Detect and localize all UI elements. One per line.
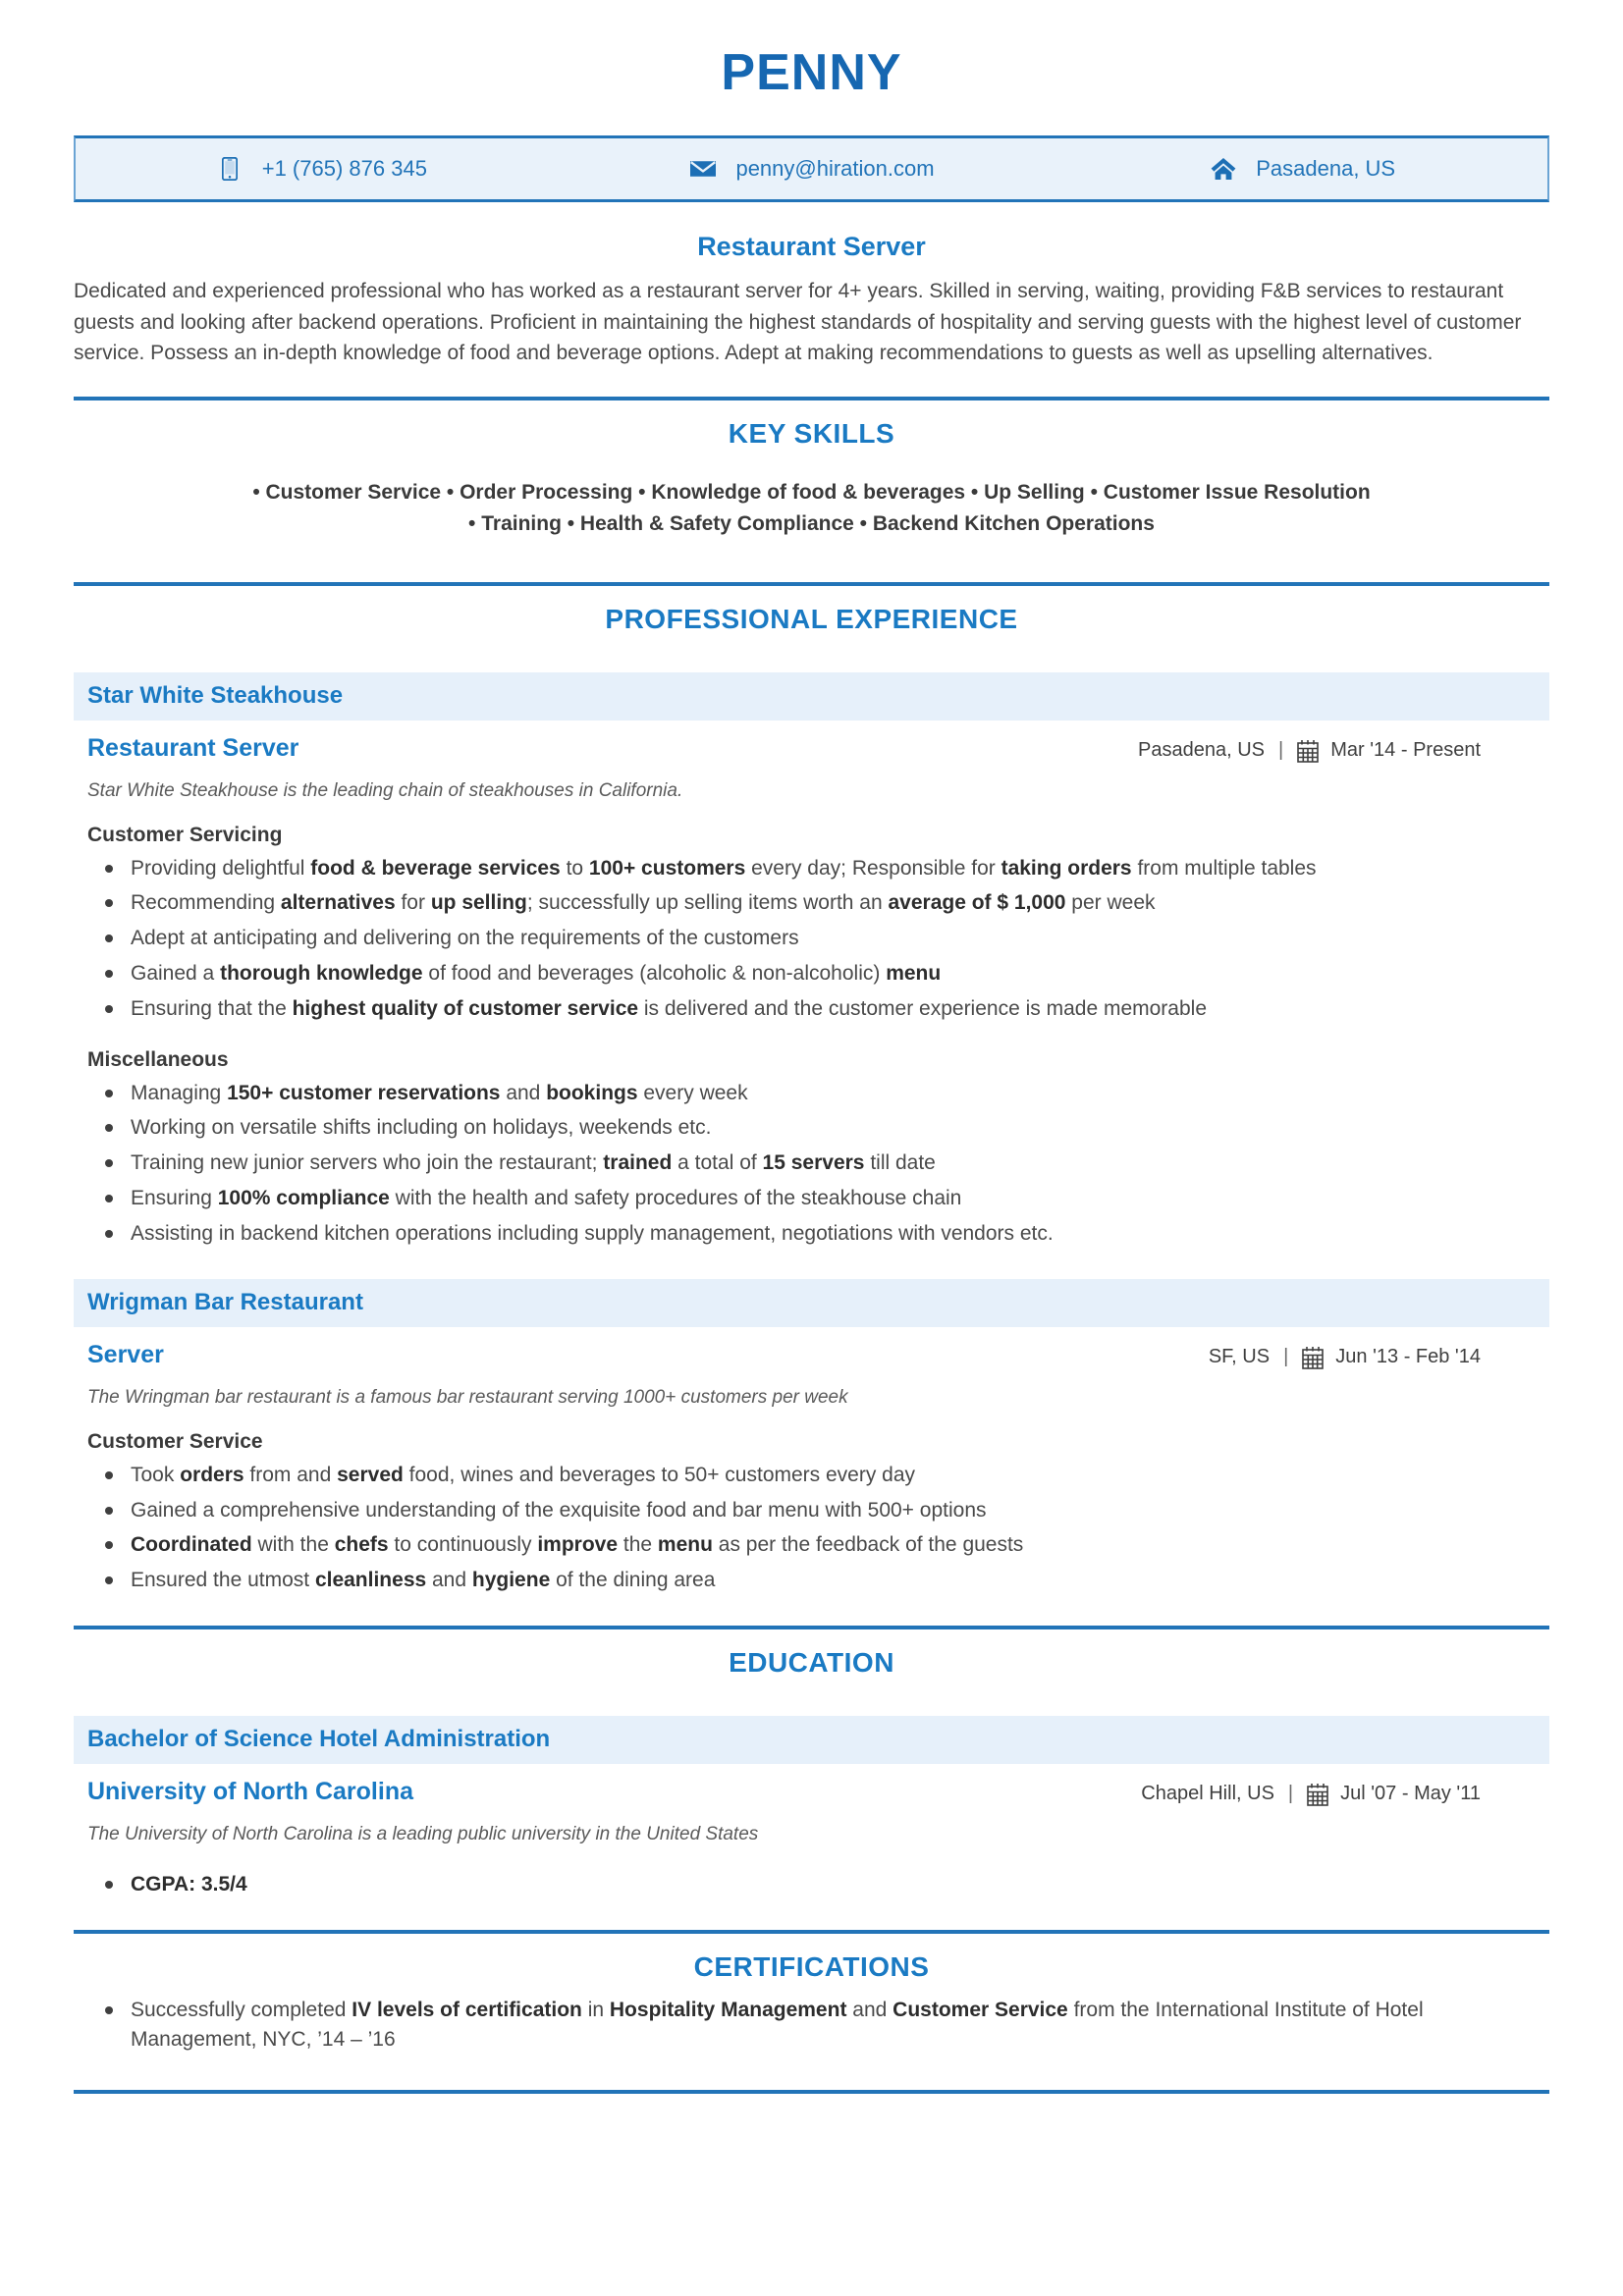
school-description: The University of North Carolina is a le… — [87, 1823, 759, 1844]
role-title: Restaurant Server — [87, 733, 299, 762]
degree-bar: Bachelor of Science Hotel Administration — [74, 1715, 1549, 1764]
bullet-group-title: Customer Service — [87, 1429, 263, 1453]
entry-dates: Jul '07 - May '11 — [1340, 1783, 1481, 1805]
key-skills-list: • Customer Service • Order Processing • … — [74, 459, 1549, 561]
location-text: Pasadena, US — [1256, 156, 1396, 181]
experience-entry: Star White Steakhouse Restaurant Server Pa… — [74, 645, 1549, 1252]
key-skills-line-2: • Training • Health & Safety Compliance … — [468, 512, 1155, 536]
key-skills-line-1: • Customer Service • Order Processing • … — [252, 480, 1371, 504]
education-list: Bachelor of Science Hotel Administration… — [74, 1688, 1549, 1902]
entry-location: Chapel Hill, US — [1141, 1783, 1274, 1805]
bullet-item: Coordinated with the chefs to continuous… — [105, 1527, 1549, 1563]
calendar-icon — [1307, 1783, 1328, 1806]
bullet-item: Successfully completed IV levels of cert… — [105, 1993, 1549, 2057]
bullet-group-list: Took orders from and served food, wines … — [74, 1458, 1549, 1598]
entry-meta: SF, US | Jun '13 - Feb '14 — [1209, 1346, 1549, 1369]
calendar-icon — [1297, 739, 1320, 763]
bullet-group-list: Providing delightful food & beverage ser… — [74, 851, 1549, 1027]
meta-separator: | — [1278, 739, 1284, 762]
bullet-item: Took orders from and served food, wines … — [105, 1458, 1549, 1493]
bullet-item: Managing 150+ customer reservations and … — [105, 1076, 1549, 1111]
section-divider — [74, 2090, 1549, 2095]
entry-location: SF, US — [1208, 1346, 1271, 1368]
role-title: Server — [87, 1340, 164, 1368]
divider-key-skills-wrap — [74, 369, 1549, 400]
bullet-item: Gained a comprehensive understanding of … — [105, 1493, 1549, 1528]
bullet-item: Training new junior servers who join the… — [105, 1146, 1549, 1181]
company-bar: Star White Steakhouse — [74, 671, 1549, 721]
contact-email[interactable]: penny@hiration.com — [567, 156, 1057, 182]
meta-separator: | — [1283, 1346, 1289, 1368]
role-row: Server SF, US | Jun '13 - Feb '14 — [74, 1327, 1549, 1369]
entry-meta: Pasadena, US | Mar '14 - Present — [1138, 739, 1549, 763]
bullet-group-list: Managing 150+ customer reservations and … — [74, 1076, 1549, 1252]
profile-headline: Restaurant Server — [697, 232, 926, 261]
education-entry: Bachelor of Science Hotel Administration… — [74, 1688, 1549, 1902]
divider-certifications-wrap — [74, 1902, 1549, 1934]
candidate-name: PENNY — [721, 44, 902, 101]
section-title-key-skills: KEY SKILLS — [728, 417, 895, 449]
bullet-item: CGPA: 3.5/4 — [105, 1867, 1549, 1902]
company-name: Wrigman Bar Restaurant — [87, 1288, 363, 1315]
bullet-item: Providing delightful food & beverage ser… — [105, 851, 1549, 886]
experience-list: Star White Steakhouse Restaurant Server Pa… — [74, 645, 1549, 1598]
home-icon — [1209, 157, 1238, 181]
bullet-group-title: Customer Servicing — [87, 823, 283, 846]
company-description: Star White Steakhouse is the leading cha… — [87, 779, 683, 801]
bullet-item: Ensuring that the highest quality of cus… — [105, 991, 1549, 1027]
degree-name: Bachelor of Science Hotel Administration — [87, 1725, 551, 1752]
bullet-item: Recommending alternatives for up selling… — [105, 885, 1549, 921]
divider-bottom-wrap — [74, 2056, 1549, 2123]
phone-text: +1 (765) 876 345 — [261, 156, 427, 181]
school-row: University of North Carolina Chapel Hill,… — [74, 1764, 1549, 1806]
entry-dates: Mar '14 - Present — [1330, 739, 1481, 762]
company-bar: Wrigman Bar Restaurant — [74, 1278, 1549, 1327]
section-title-certifications: CERTIFICATIONS — [693, 1950, 930, 1982]
entry-location: Pasadena, US — [1138, 739, 1266, 762]
contact-phone[interactable]: +1 (765) 876 345 — [76, 156, 567, 182]
education-bullets: CGPA: 3.5/4 — [74, 1845, 1549, 1902]
bullet-item: Ensuring 100% compliance with the health… — [105, 1181, 1549, 1216]
section-title-experience: PROFESSIONAL EXPERIENCE — [605, 603, 1018, 634]
calendar-icon — [1302, 1346, 1325, 1369]
certifications-list: Successfully completed IV levels of cert… — [74, 1993, 1549, 2057]
bullet-item: Ensured the utmost cleanliness and hygie… — [105, 1563, 1549, 1598]
envelope-icon — [688, 159, 718, 179]
company-name: Star White Steakhouse — [87, 681, 344, 709]
resume-page: PENNY +1 (765) 876 345 penny@hiration.co… — [0, 0, 1623, 2296]
section-title-education: EDUCATION — [729, 1646, 894, 1678]
phone-icon — [215, 157, 244, 181]
meta-separator: | — [1287, 1783, 1294, 1805]
bullet-item: Assisting in backend kitchen operations … — [105, 1216, 1549, 1252]
contact-location[interactable]: Pasadena, US — [1056, 156, 1547, 182]
divider-education-wrap — [74, 1598, 1549, 1629]
company-description: The Wringman bar restaurant is a famous … — [87, 1386, 848, 1408]
bullet-item: Working on versatile shifts including on… — [105, 1110, 1549, 1146]
entry-dates: Jun '13 - Feb '14 — [1335, 1346, 1481, 1368]
role-row: Restaurant Server Pasadena, US | Mar '14 - … — [74, 721, 1549, 763]
profile-summary: Dedicated and experienced professional w… — [74, 280, 1522, 364]
entry-meta: Chapel Hill, US | Jul '07 - May '11 — [1141, 1783, 1549, 1806]
email-text: penny@hiration.com — [735, 156, 935, 181]
experience-entry: Wrigman Bar Restaurant Server SF, US | Jun '… — [74, 1252, 1549, 1598]
divider-experience-wrap — [74, 561, 1549, 586]
bullet-item: Gained a thorough knowledge of food and … — [105, 956, 1549, 991]
contact-bar: +1 (765) 876 345 penny@hiration.com Pasa… — [74, 135, 1549, 202]
bullet-item: Adept at anticipating and delivering on … — [105, 921, 1549, 956]
school-name: University of North Carolina — [87, 1777, 413, 1805]
bullet-group-title: Miscellaneous — [87, 1047, 229, 1071]
